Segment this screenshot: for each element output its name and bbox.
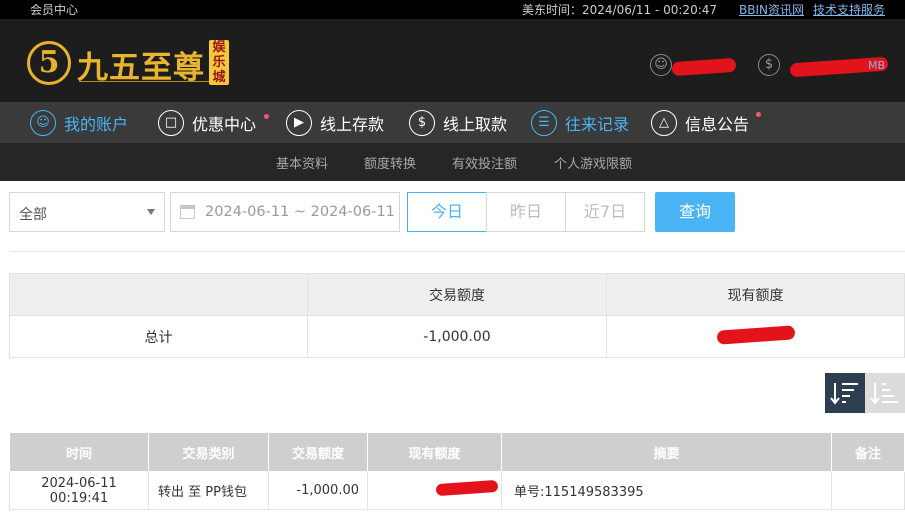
- summary-row-label: 总计: [9, 315, 308, 358]
- col-amount: 交易额度: [268, 432, 368, 472]
- row-summary: 单号:115149583395: [501, 471, 832, 510]
- logo-ornament: [79, 81, 209, 87]
- brand-tag: 娱乐城: [209, 40, 229, 85]
- yesterday-button[interactable]: 昨日: [486, 192, 566, 232]
- summary-header-balance: 现有额度: [606, 273, 905, 316]
- top-bar: 会员中心 美东时间：2024/06/11 - 00:20:47 BBIN资讯网 …: [0, 0, 905, 19]
- date-range-value: 2024-06-11 ~ 2024-06-11: [205, 204, 395, 220]
- logo-mark: 5: [27, 41, 71, 85]
- sort-desc-button[interactable]: [825, 373, 865, 413]
- subnav-quota-transfer[interactable]: 额度转换: [364, 153, 416, 172]
- nav-my-account[interactable]: ☺ 我的账户: [30, 102, 128, 143]
- query-button[interactable]: 查询: [655, 192, 735, 232]
- subnav-valid-bets[interactable]: 有效投注额: [452, 153, 517, 172]
- deposit-icon: ▶: [286, 109, 312, 136]
- row-time: 2024-06-11 00:19:41: [9, 471, 149, 510]
- nav-label: 信息公告: [685, 114, 750, 134]
- main-nav: ☺ 我的账户 □ 优惠中心 ▶ 线上存款 $ 线上取款 ☰ 往来记录 △ 信息公…: [0, 102, 905, 143]
- bbin-news-link[interactable]: BBIN资讯网: [739, 1, 804, 18]
- row-type: 转出 至 PP钱包: [148, 471, 269, 510]
- subnav-game-limits[interactable]: 个人游戏限额: [554, 153, 632, 172]
- nav-records[interactable]: ☰ 往来记录: [531, 102, 629, 143]
- summary-row: 总计 -1,000.00: [9, 315, 905, 358]
- records-icon: ☰: [531, 109, 557, 136]
- detail-header-row: 时间 交易类别 交易额度 现有额度 摘要 备注: [9, 432, 905, 472]
- calendar-icon: [180, 205, 195, 219]
- col-summary: 摘要: [501, 432, 832, 472]
- detail-table: 时间 交易类别 交易额度 现有额度 摘要 备注 2024-06-11 00:19…: [9, 432, 905, 510]
- summary-balance-cell: [606, 315, 905, 358]
- promotions-dot: [264, 114, 269, 119]
- nav-label: 我的账户: [64, 114, 129, 134]
- col-time: 时间: [9, 432, 149, 472]
- summary-header-trade: 交易额度: [307, 273, 607, 316]
- col-remark: 备注: [831, 432, 905, 472]
- summary-table: 交易额度 现有额度 总计 -1,000.00: [9, 273, 905, 358]
- subnav-basic-info[interactable]: 基本资料: [276, 153, 328, 172]
- user-icon[interactable]: ☺: [650, 54, 672, 76]
- col-type: 交易类别: [148, 432, 269, 472]
- summary-header-row: 交易额度 现有额度: [9, 273, 905, 316]
- nav-label: 优惠中心: [192, 114, 257, 134]
- nav-announcements[interactable]: △ 信息公告: [651, 102, 749, 143]
- withdraw-icon: $: [409, 109, 435, 136]
- nav-label: 线上存款: [320, 114, 385, 134]
- announcements-dot: [756, 112, 761, 117]
- caret-down-icon: [147, 209, 155, 215]
- site-header: 5 九五至尊 娱乐城 ☺ $ MB: [0, 19, 905, 102]
- col-balance: 现有额度: [367, 432, 502, 472]
- redacted-username: [671, 57, 737, 77]
- table-row: 2024-06-11 00:19:41 转出 至 PP钱包 -1,000.00 …: [9, 471, 905, 510]
- sort-asc-button[interactable]: [865, 373, 905, 413]
- nav-label: 线上取款: [443, 114, 508, 134]
- bell-icon: △: [651, 109, 677, 136]
- balance-suffix: MB: [868, 59, 886, 72]
- dollar-icon[interactable]: $: [758, 54, 780, 76]
- row-remark: [831, 471, 905, 510]
- row-balance-cell: [367, 471, 502, 510]
- type-select[interactable]: 全部: [9, 192, 165, 232]
- user-icon: ☺: [30, 109, 56, 136]
- sub-nav: 基本资料 额度转换 有效投注额 个人游戏限额: [0, 143, 905, 181]
- summary-trade-value: -1,000.00: [307, 315, 607, 358]
- eastern-time: 美东时间：2024/06/11 - 00:20:47: [522, 3, 718, 17]
- redacted-balance: [435, 479, 499, 497]
- date-range-input[interactable]: 2024-06-11 ~ 2024-06-11: [170, 192, 400, 232]
- tech-support-link[interactable]: 技术支持服务: [813, 1, 885, 18]
- sort-desc-icon: [830, 383, 858, 405]
- row-amount: -1,000.00: [268, 471, 368, 510]
- divider: [9, 251, 905, 252]
- member-center-label: 会员中心: [30, 3, 79, 17]
- gift-icon: □: [158, 109, 184, 136]
- nav-withdraw[interactable]: $ 线上取款: [409, 102, 507, 143]
- today-button[interactable]: 今日: [407, 192, 487, 232]
- nav-label: 往来记录: [565, 114, 630, 134]
- nav-deposit[interactable]: ▶ 线上存款: [286, 102, 384, 143]
- redacted-balance: [716, 325, 796, 345]
- nav-promotions[interactable]: □ 优惠中心: [158, 102, 256, 143]
- summary-header-empty: [9, 273, 308, 316]
- sort-asc-icon: [870, 383, 898, 405]
- type-select-value: 全部: [19, 207, 47, 223]
- last-7-days-button[interactable]: 近7日: [565, 192, 645, 232]
